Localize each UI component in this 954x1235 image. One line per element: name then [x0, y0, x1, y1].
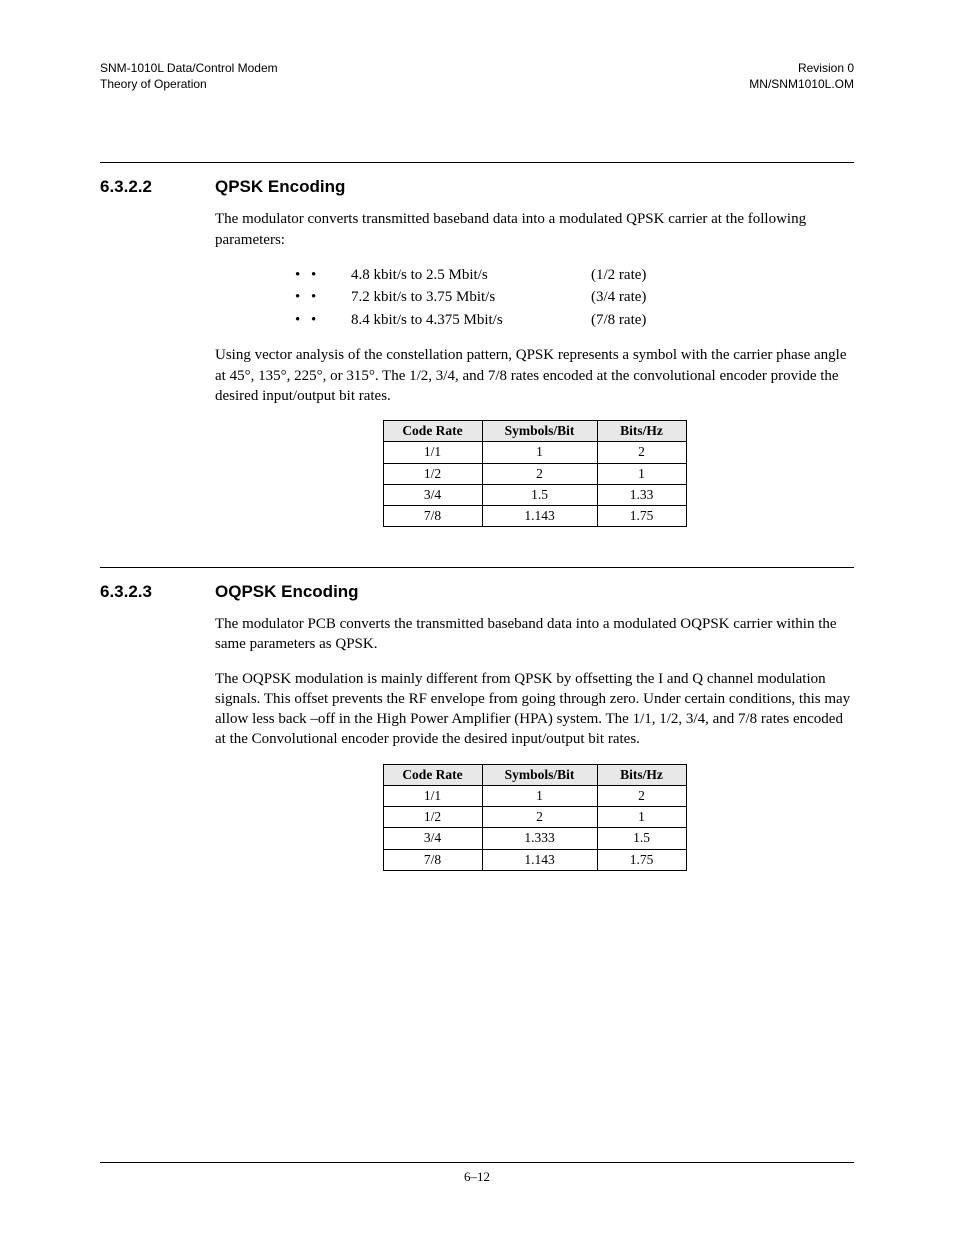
table-cell: 1/2: [383, 463, 482, 484]
section-title: OQPSK Encoding: [215, 582, 359, 602]
header-right-line2: MN/SNM1010L.OM: [749, 76, 854, 92]
rate-label: (7/8 rate): [591, 309, 646, 332]
bullet-icon: •: [311, 286, 351, 309]
bullet-icon: •: [311, 264, 351, 287]
table-row: 3/4 1.5 1.33: [383, 484, 686, 505]
section-heading: 6.3.2.2 QPSK Encoding: [100, 177, 854, 197]
table-cell: 1.5: [482, 484, 597, 505]
table-cell: 1: [597, 463, 686, 484]
table-cell: 7/8: [383, 506, 482, 527]
page-header: SNM-1010L Data/Control Modem Theory of O…: [100, 60, 854, 92]
header-left-line2: Theory of Operation: [100, 76, 278, 92]
page-footer: 6–12: [100, 1162, 854, 1185]
section-body: The modulator converts transmitted baseb…: [215, 209, 854, 527]
list-item: • • 8.4 kbit/s to 4.375 Mbit/s (7/8 rate…: [295, 309, 854, 332]
list-item: • • 7.2 kbit/s to 3.75 Mbit/s (3/4 rate): [295, 286, 854, 309]
table-header-row: Code Rate Symbols/Bit Bits/Hz: [383, 421, 686, 442]
list-item: • • 4.8 kbit/s to 2.5 Mbit/s (1/2 rate): [295, 264, 854, 287]
page: SNM-1010L Data/Control Modem Theory of O…: [0, 0, 954, 1235]
footer-rule: [100, 1162, 854, 1163]
table-row: 1/1 1 2: [383, 785, 686, 806]
rate-range: 7.2 kbit/s to 3.75 Mbit/s: [351, 286, 591, 309]
section-oqpsk: 6.3.2.3 OQPSK Encoding The modulator PCB…: [100, 582, 854, 871]
table-row: 1/2 2 1: [383, 463, 686, 484]
qpsk-table: Code Rate Symbols/Bit Bits/Hz 1/1 1 2 1/…: [383, 420, 687, 527]
intro-paragraph: The modulator converts transmitted baseb…: [215, 209, 854, 250]
rate-range: 4.8 kbit/s to 2.5 Mbit/s: [351, 264, 591, 287]
table-cell: 2: [482, 463, 597, 484]
table-cell: 2: [597, 442, 686, 463]
section-rule: [100, 567, 854, 568]
table-header: Symbols/Bit: [482, 764, 597, 785]
table-cell: 2: [482, 807, 597, 828]
rate-label: (3/4 rate): [591, 286, 646, 309]
table-cell: 1.33: [597, 484, 686, 505]
body-paragraph: The modulator PCB converts the transmitt…: [215, 614, 854, 655]
table-cell: 1/1: [383, 785, 482, 806]
bullet-icon: •: [311, 309, 351, 332]
section-qpsk: 6.3.2.2 QPSK Encoding The modulator conv…: [100, 177, 854, 527]
table-header: Symbols/Bit: [482, 421, 597, 442]
table-row: 3/4 1.333 1.5: [383, 828, 686, 849]
table-cell: 1.75: [597, 849, 686, 870]
table-cell: 7/8: [383, 849, 482, 870]
section-number: 6.3.2.3: [100, 582, 215, 602]
table-cell: 1: [597, 807, 686, 828]
table-cell: 1: [482, 442, 597, 463]
table-cell: 3/4: [383, 484, 482, 505]
rate-range: 8.4 kbit/s to 4.375 Mbit/s: [351, 309, 591, 332]
table-header: Bits/Hz: [597, 764, 686, 785]
body-paragraph: Using vector analysis of the constellati…: [215, 345, 854, 406]
bullet-icon: •: [295, 264, 311, 287]
table-cell: 1/2: [383, 807, 482, 828]
table-cell: 1: [482, 785, 597, 806]
header-left-line1: SNM-1010L Data/Control Modem: [100, 60, 278, 76]
bullet-icon: •: [295, 286, 311, 309]
table-row: 7/8 1.143 1.75: [383, 506, 686, 527]
table-header-row: Code Rate Symbols/Bit Bits/Hz: [383, 764, 686, 785]
table-cell: 1.143: [482, 849, 597, 870]
table-cell: 3/4: [383, 828, 482, 849]
table-cell: 1.75: [597, 506, 686, 527]
section-heading: 6.3.2.3 OQPSK Encoding: [100, 582, 854, 602]
oqpsk-table: Code Rate Symbols/Bit Bits/Hz 1/1 1 2 1/…: [383, 764, 687, 871]
table-row: 1/1 1 2: [383, 442, 686, 463]
page-number: 6–12: [100, 1169, 854, 1185]
header-right-line1: Revision 0: [749, 60, 854, 76]
table-header: Code Rate: [383, 764, 482, 785]
header-left: SNM-1010L Data/Control Modem Theory of O…: [100, 60, 278, 92]
section-body: The modulator PCB converts the transmitt…: [215, 614, 854, 871]
top-rule: [100, 162, 854, 163]
table-row: 1/2 2 1: [383, 807, 686, 828]
rate-list: • • 4.8 kbit/s to 2.5 Mbit/s (1/2 rate) …: [295, 264, 854, 332]
rate-label: (1/2 rate): [591, 264, 646, 287]
table-cell: 1.143: [482, 506, 597, 527]
table-row: 7/8 1.143 1.75: [383, 849, 686, 870]
table-cell: 1.333: [482, 828, 597, 849]
table-cell: 1.5: [597, 828, 686, 849]
section-number: 6.3.2.2: [100, 177, 215, 197]
table-header: Bits/Hz: [597, 421, 686, 442]
table-cell: 1/1: [383, 442, 482, 463]
bullet-icon: •: [295, 309, 311, 332]
body-paragraph: The OQPSK modulation is mainly different…: [215, 669, 854, 750]
table-header: Code Rate: [383, 421, 482, 442]
table-cell: 2: [597, 785, 686, 806]
section-title: QPSK Encoding: [215, 177, 345, 197]
header-right: Revision 0 MN/SNM1010L.OM: [749, 60, 854, 92]
